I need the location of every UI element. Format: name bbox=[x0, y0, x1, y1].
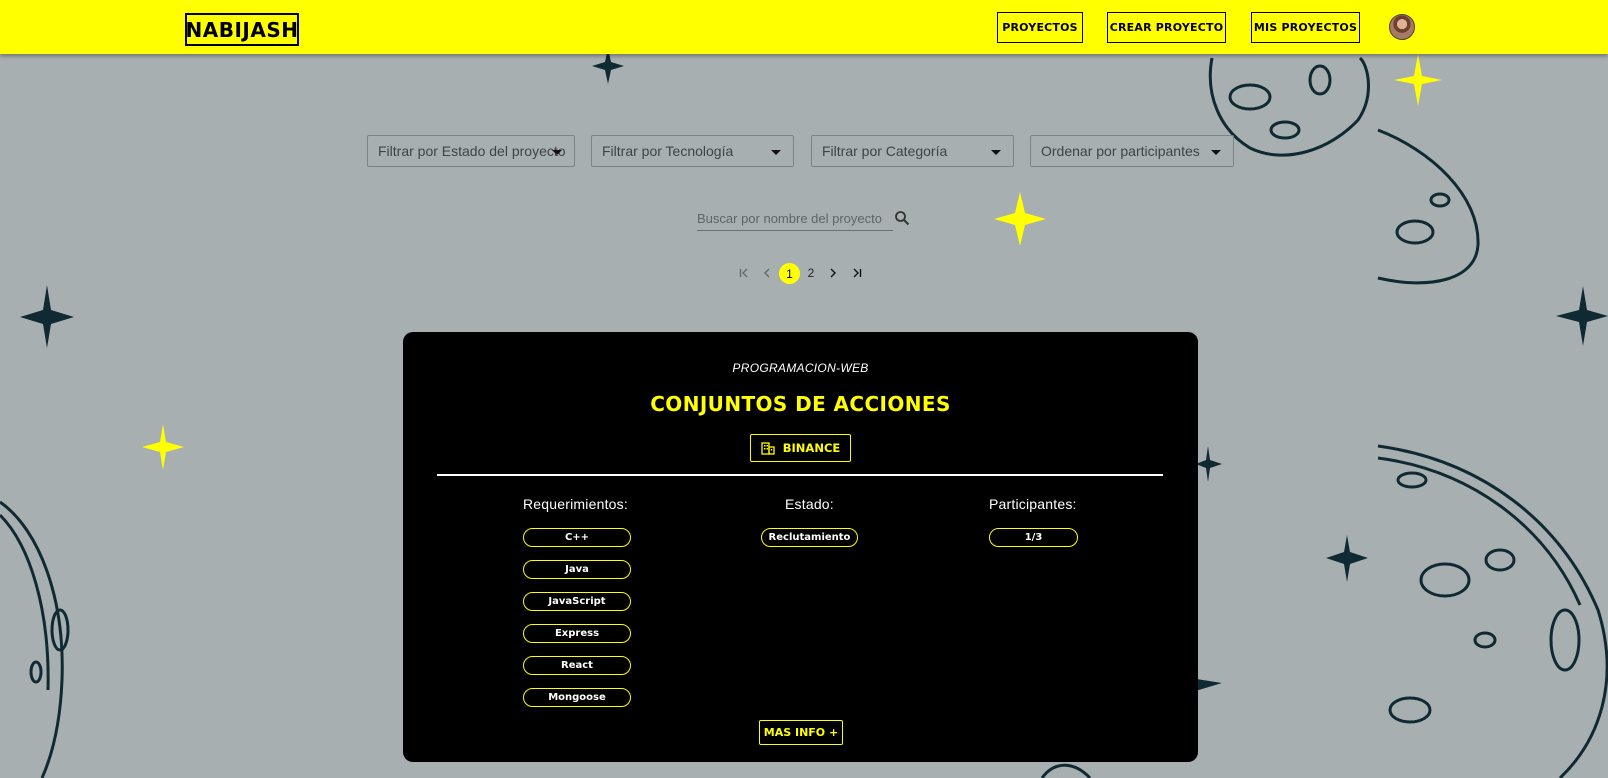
star-icon bbox=[1556, 286, 1608, 346]
star-icon bbox=[1326, 535, 1368, 582]
requirements-label: Requerimientos: bbox=[523, 496, 628, 512]
asteroid-outline bbox=[1208, 56, 1370, 157]
page-button-1[interactable]: 1 bbox=[779, 263, 800, 284]
order-select[interactable]: Ordenar por participantes bbox=[1030, 135, 1234, 167]
star-icon bbox=[1196, 446, 1222, 482]
first-page-icon[interactable] bbox=[737, 263, 753, 283]
participants-label: Participantes: bbox=[989, 496, 1077, 512]
next-page-icon[interactable] bbox=[826, 263, 840, 283]
rocket-trail bbox=[1040, 763, 1092, 778]
requirement-tag: JavaScript bbox=[523, 592, 631, 611]
moon-outline bbox=[1377, 444, 1608, 778]
star-icon bbox=[994, 192, 1046, 246]
sparkle-icon bbox=[1394, 54, 1442, 106]
search-field bbox=[697, 205, 910, 231]
last-page-icon[interactable] bbox=[848, 263, 864, 283]
sparkle-icon bbox=[142, 424, 184, 470]
nav-my-projects-button[interactable]: MIS PROYECTOS bbox=[1251, 12, 1360, 43]
more-info-button[interactable]: MAS INFO + bbox=[759, 720, 843, 745]
category-filter-select[interactable]: Filtrar por Categoría bbox=[811, 135, 1014, 167]
order-select-label: Ordenar por participantes bbox=[1041, 143, 1200, 159]
company-badge[interactable]: BINANCE bbox=[750, 434, 851, 462]
divider bbox=[437, 474, 1163, 476]
category-filter-label: Filtrar por Categoría bbox=[822, 143, 948, 159]
requirement-tag: React bbox=[523, 656, 631, 675]
chevron-down-icon bbox=[771, 150, 781, 155]
nav-create-project-button[interactable]: CREAR PROYECTO bbox=[1107, 12, 1226, 43]
star-icon bbox=[20, 285, 74, 348]
logo[interactable]: NABIJASH bbox=[185, 13, 299, 46]
prev-page-icon[interactable] bbox=[760, 263, 774, 283]
project-card: PROGRAMACION-WEB CONJUNTOS DE ACCIONES B… bbox=[403, 332, 1198, 762]
search-icon[interactable] bbox=[894, 210, 910, 226]
requirement-tag: C++ bbox=[523, 528, 631, 547]
chevron-down-icon bbox=[552, 150, 562, 155]
status-label: Estado: bbox=[785, 496, 834, 512]
project-title: CONJUNTOS DE ACCIONES bbox=[650, 392, 951, 416]
requirement-tag: Java bbox=[523, 560, 631, 579]
page-button-2[interactable]: 2 bbox=[804, 263, 818, 283]
participants-badge: 1/3 bbox=[989, 528, 1078, 547]
project-category: PROGRAMACION-WEB bbox=[732, 361, 869, 375]
status-badge: Reclutamiento bbox=[761, 528, 858, 547]
user-avatar[interactable] bbox=[1389, 14, 1415, 40]
nav-projects-button[interactable]: PROYECTOS bbox=[997, 12, 1083, 43]
status-filter-label: Filtrar por Estado del proyecto bbox=[378, 143, 566, 159]
technology-filter-select[interactable]: Filtrar por Tecnología bbox=[591, 135, 794, 167]
technology-filter-label: Filtrar por Tecnología bbox=[602, 143, 734, 159]
requirement-tag: Mongoose bbox=[523, 688, 631, 707]
building-icon bbox=[761, 441, 775, 455]
status-filter-select[interactable]: Filtrar por Estado del proyecto bbox=[367, 135, 575, 167]
company-name: BINANCE bbox=[782, 441, 841, 455]
asteroid-outline bbox=[1377, 128, 1480, 285]
chevron-down-icon bbox=[1211, 150, 1221, 155]
requirement-tag: Express bbox=[523, 624, 631, 643]
navbar: NABIJASH PROYECTOS CREAR PROYECTO MIS PR… bbox=[0, 0, 1608, 54]
search-input[interactable] bbox=[697, 208, 887, 228]
chevron-down-icon bbox=[991, 150, 1001, 155]
